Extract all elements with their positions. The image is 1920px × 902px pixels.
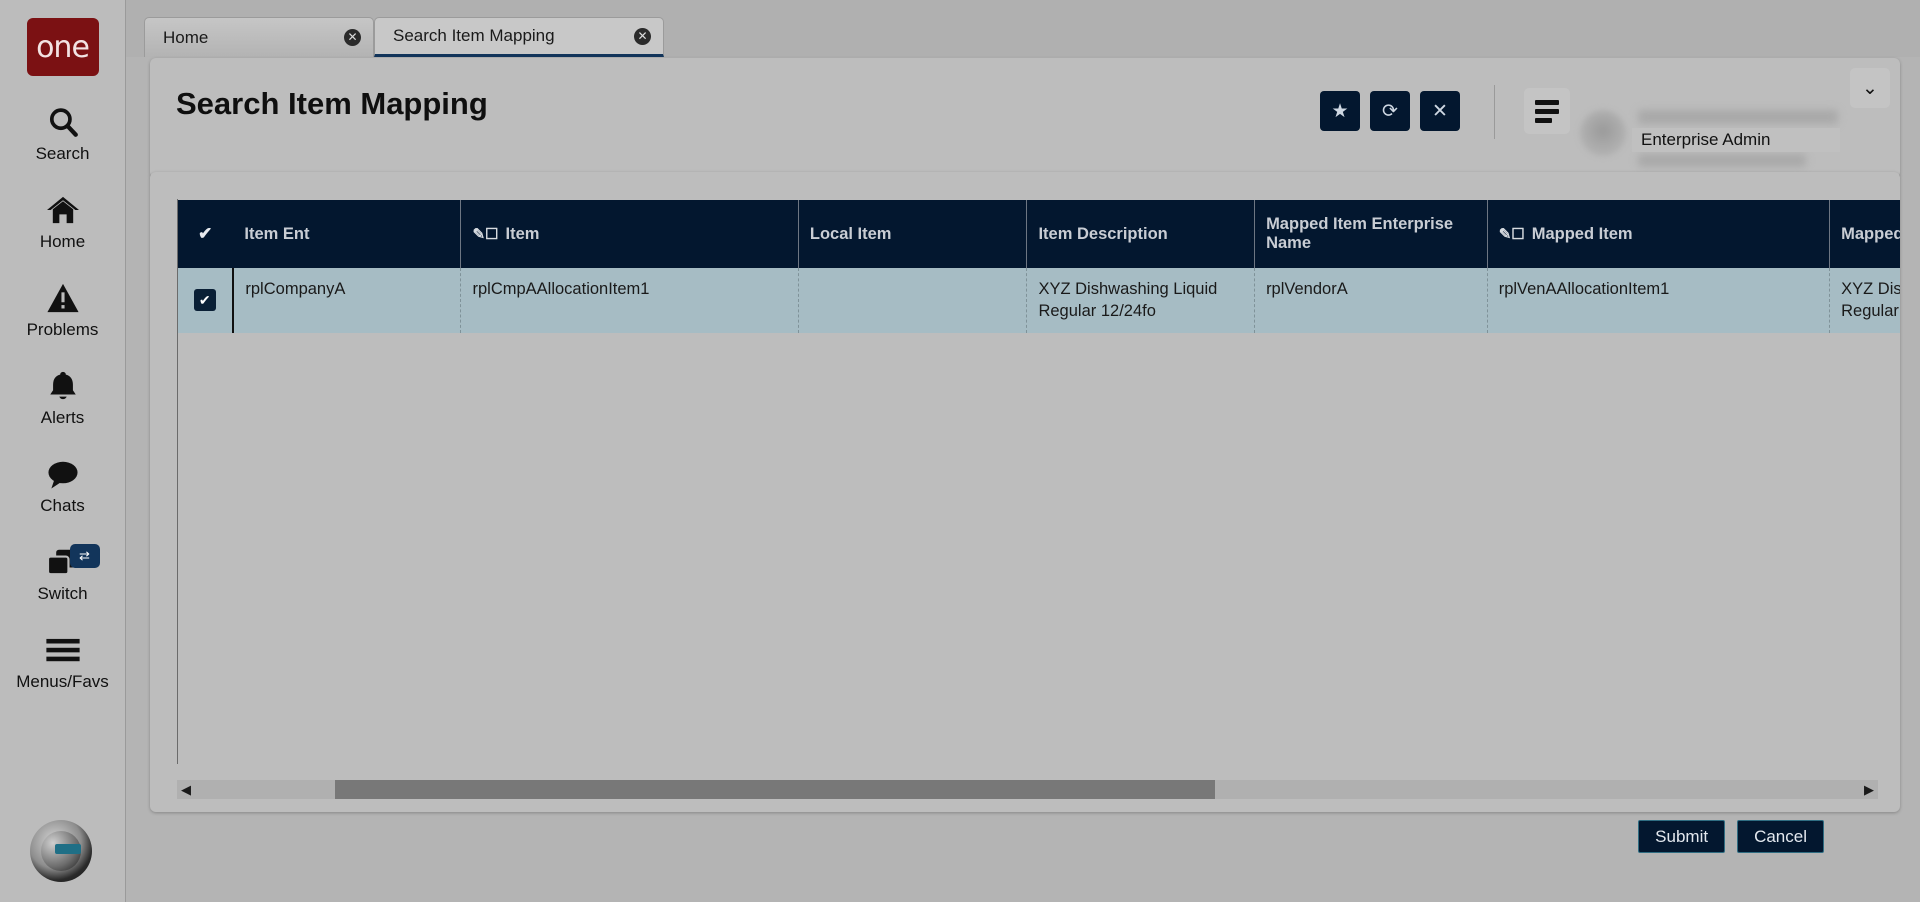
column-header-item-description[interactable]: Item Description xyxy=(1026,200,1256,268)
close-icon[interactable]: ✕ xyxy=(344,29,361,46)
column-header-local-item[interactable]: Local Item xyxy=(798,200,1028,268)
table-header-row: ✔ Item Ent ✎☐ Item Local Item Item Descr… xyxy=(177,200,1900,268)
refresh-button[interactable]: ⟳ xyxy=(1370,91,1410,131)
grid-left-rule xyxy=(177,199,178,764)
sidebar-item-label: Chats xyxy=(40,496,85,515)
column-header-item-ent[interactable]: Item Ent xyxy=(233,200,462,268)
brand-logo-text: one xyxy=(36,29,90,65)
edit-pencil-icon: ✎☐ xyxy=(472,226,499,243)
sidebar-item-home[interactable]: Home xyxy=(0,190,126,252)
sidebar-item-label: Switch xyxy=(37,584,88,603)
column-header-label: Local Item xyxy=(809,224,892,243)
column-header-label: Mapped Item Enterprise Name xyxy=(1266,215,1454,252)
role-select[interactable]: Enterprise Admin xyxy=(1632,128,1840,152)
sidebar-item-label: Menus/Favs xyxy=(16,672,109,691)
home-icon xyxy=(45,190,81,230)
sidebar-item-label: Problems xyxy=(26,320,99,339)
check-icon: ✔ xyxy=(193,289,216,312)
column-header-label: Mapped Item Description xyxy=(1841,224,1900,243)
warning-triangle-icon xyxy=(46,278,80,318)
sidebar-item-alerts[interactable]: Alerts xyxy=(0,366,126,428)
sidebar-item-problems[interactable]: Problems xyxy=(0,278,126,340)
switch-badge-icon[interactable]: ⇄ xyxy=(69,544,100,568)
tab-strip: Home ✕ Search Item Mapping ✕ xyxy=(126,0,1920,57)
close-icon[interactable]: ✕ xyxy=(634,27,651,45)
column-header-item[interactable]: ✎☐ Item xyxy=(460,200,799,268)
header-action-group: ★ ⟳ ✕ xyxy=(1320,91,1460,131)
grid-viewport: ✔ Item Ent ✎☐ Item Local Item Item Descr… xyxy=(177,199,1900,764)
column-header-select[interactable]: ✔ xyxy=(177,200,234,268)
check-icon: ✔ xyxy=(198,224,213,243)
tab-label: Search Item Mapping xyxy=(393,26,555,45)
sidebar-item-search[interactable]: Search xyxy=(0,102,126,164)
table-row[interactable]: ✔ rplCompanyA rplCmpAAllocationItem1 XYZ… xyxy=(177,268,1900,333)
assistant-head-icon xyxy=(41,831,81,871)
header-divider xyxy=(1494,85,1495,139)
cell-mapped-item-description[interactable]: XYZ Dishwashing Liquid Regular 12/24fo xyxy=(1829,268,1900,333)
cell-mapped-item[interactable]: rplVenAAllocationItem1 xyxy=(1487,268,1831,333)
close-button[interactable]: ✕ xyxy=(1420,91,1460,131)
sidebar-item-switch[interactable]: ⇄ Switch xyxy=(0,542,126,604)
cell-item-ent[interactable]: rplCompanyA xyxy=(233,268,462,333)
scrollbar-thumb[interactable] xyxy=(335,780,1215,799)
column-header-label: Mapped Item xyxy=(1531,224,1633,243)
favorite-button[interactable]: ★ xyxy=(1320,91,1360,131)
scroll-left-arrow-icon[interactable]: ◀ xyxy=(177,782,195,798)
cell-mapped-item-enterprise-name[interactable]: rplVendorA xyxy=(1254,268,1488,333)
sidebar-item-label: Home xyxy=(39,232,86,251)
sidebar-item-chats[interactable]: Chats xyxy=(0,454,126,516)
chat-bubble-icon xyxy=(45,454,81,494)
page-title: Search Item Mapping xyxy=(176,86,488,121)
cell-item[interactable]: rplCmpAAllocationItem1 xyxy=(460,268,799,333)
user-org-redacted xyxy=(1638,154,1806,167)
sidebar-item-menus-favs[interactable]: Menus/Favs xyxy=(0,630,126,692)
column-header-label: Item xyxy=(505,224,540,243)
hamburger-icon xyxy=(45,630,81,670)
ai-assistant-avatar-icon[interactable] xyxy=(30,820,92,882)
column-header-label: Item Ent xyxy=(244,224,310,243)
grid-card: ✔ Item Ent ✎☐ Item Local Item Item Descr… xyxy=(150,172,1900,812)
hamburger-line xyxy=(1535,99,1559,105)
role-select-value: Enterprise Admin xyxy=(1641,130,1771,149)
chevron-down-icon[interactable]: ⌄ xyxy=(1850,68,1890,108)
hamburger-line xyxy=(1535,117,1552,123)
search-icon xyxy=(46,102,80,142)
tab-search-item-mapping[interactable]: Search Item Mapping ✕ xyxy=(374,17,664,57)
page-header-card: Search Item Mapping ★ ⟳ ✕ Enterprise Adm… xyxy=(150,58,1900,178)
brand-logo[interactable]: one xyxy=(26,18,99,76)
left-sidebar: one Search Home Problems Alerts Chats ⇄ … xyxy=(0,0,126,902)
scrollbar-track[interactable] xyxy=(195,780,1860,799)
horizontal-scrollbar[interactable]: ◀ ▶ xyxy=(177,780,1878,799)
tab-home[interactable]: Home ✕ xyxy=(144,17,374,57)
hamburger-line xyxy=(1535,108,1559,114)
bell-icon xyxy=(47,366,79,406)
row-select-checkbox[interactable]: ✔ xyxy=(177,268,235,333)
sidebar-item-label: Search xyxy=(35,144,90,163)
column-header-label: Item Description xyxy=(1038,224,1168,243)
main-menu-button[interactable] xyxy=(1524,88,1570,134)
cell-local-item[interactable] xyxy=(798,268,1028,333)
avatar[interactable] xyxy=(1580,110,1626,156)
column-header-mapped-item[interactable]: ✎☐ Mapped Item xyxy=(1487,200,1831,268)
footer-action-group: Submit Cancel xyxy=(1638,820,1824,853)
column-header-mapped-item-enterprise-name[interactable]: Mapped Item Enterprise Name xyxy=(1254,200,1488,268)
item-mapping-table: ✔ Item Ent ✎☐ Item Local Item Item Descr… xyxy=(177,199,1900,333)
column-header-mapped-item-description[interactable]: Mapped Item Description xyxy=(1829,200,1900,268)
submit-button[interactable]: Submit xyxy=(1638,820,1726,853)
cell-item-description[interactable]: XYZ Dishwashing Liquid Regular 12/24fo xyxy=(1026,268,1256,333)
scroll-right-arrow-icon[interactable]: ▶ xyxy=(1860,782,1878,798)
user-zone: Enterprise Admin xyxy=(1580,108,1870,172)
sidebar-item-label: Alerts xyxy=(40,408,85,427)
edit-pencil-icon: ✎☐ xyxy=(1498,226,1525,243)
cancel-button[interactable]: Cancel xyxy=(1737,820,1824,853)
tab-label: Home xyxy=(163,27,209,47)
user-name-redacted xyxy=(1638,110,1838,124)
